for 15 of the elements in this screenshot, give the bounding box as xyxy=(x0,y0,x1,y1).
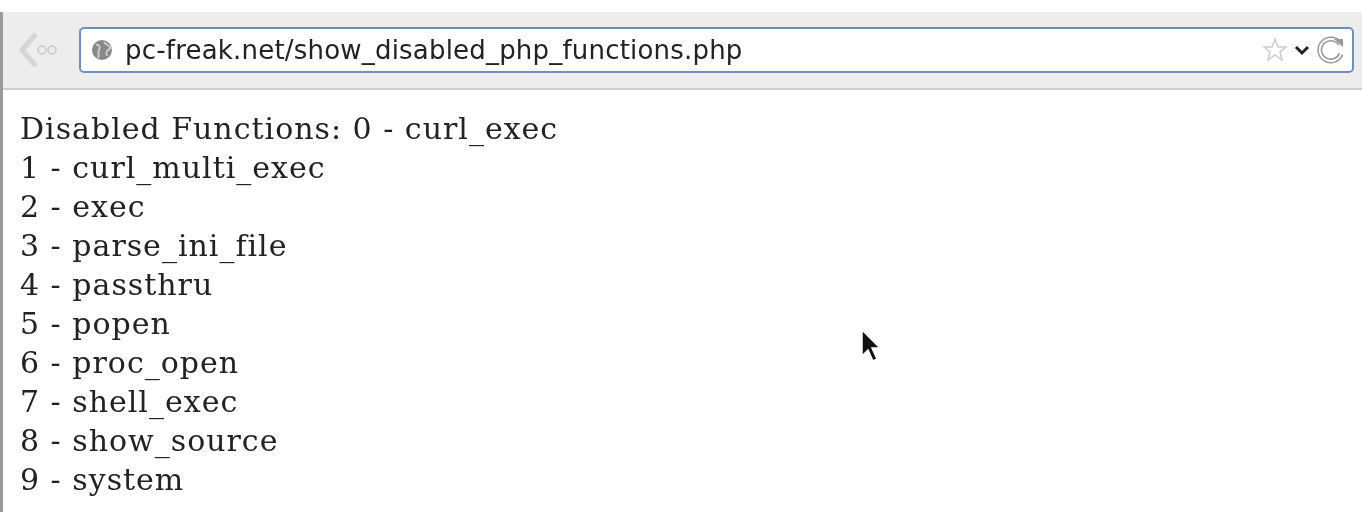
function-line: 9 - system xyxy=(20,461,185,499)
function-line: 7 - shell_exec xyxy=(20,383,239,421)
globe-icon xyxy=(91,39,113,61)
star-icon[interactable] xyxy=(1262,37,1288,63)
function-line: 2 - exec xyxy=(20,188,146,226)
function-line: 4 - passthru xyxy=(20,266,214,304)
function-line: 8 - show_source xyxy=(20,422,279,460)
function-line: 1 - curl_multi_exec xyxy=(20,149,326,187)
function-line: 5 - popen xyxy=(20,305,171,343)
function-line: 3 - parse_ini_file xyxy=(20,227,288,265)
function-line: Disabled Functions: 0 - curl_exec xyxy=(20,110,559,148)
dropdown-caret-icon[interactable] xyxy=(1294,44,1310,56)
reload-icon[interactable] xyxy=(1316,35,1346,65)
address-bar[interactable]: pc-freak.net/show_disabled_php_functions.php xyxy=(79,27,1354,73)
function-line: 6 - proc_open xyxy=(20,344,240,382)
